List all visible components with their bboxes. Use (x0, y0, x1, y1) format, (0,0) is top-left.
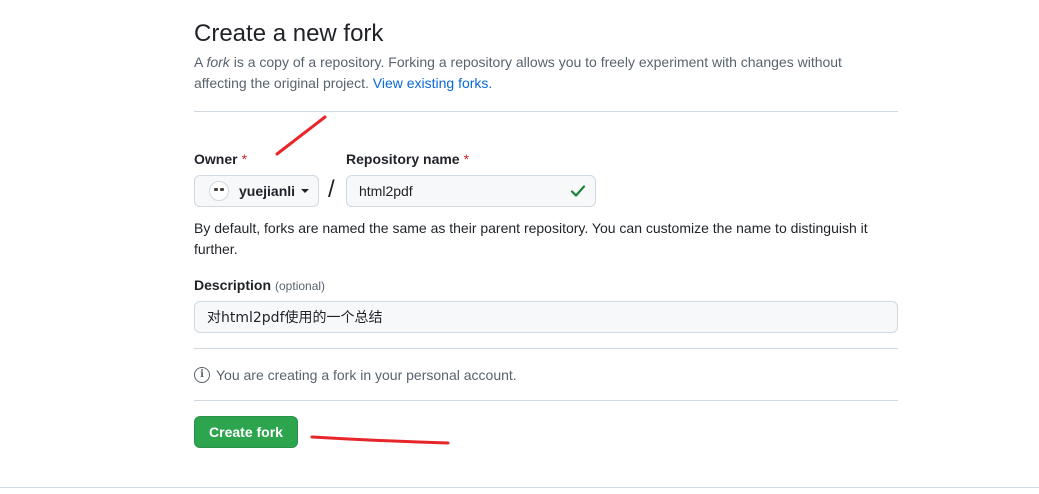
description-label-text: Description (194, 277, 272, 293)
page-title: Create a new fork (194, 20, 384, 47)
owner-label: Owner * (194, 151, 247, 167)
divider (194, 348, 898, 349)
description-input[interactable] (194, 301, 898, 333)
divider (194, 111, 898, 112)
personal-account-notice: i You are creating a fork in your person… (194, 367, 517, 383)
check-icon (570, 185, 586, 197)
intro-description: is a copy of a repository. Forking a rep… (194, 54, 842, 91)
owner-dropdown[interactable]: yuejianli (194, 175, 319, 207)
repo-name-label-text: Repository name (346, 151, 460, 167)
repo-name-help: By default, forks are named the same as … (194, 220, 868, 257)
repo-name-label: Repository name * (346, 151, 469, 167)
avatar-icon (209, 181, 229, 201)
owner-required-mark: * (241, 151, 248, 167)
divider (194, 400, 898, 401)
view-existing-forks-link[interactable]: View existing forks. (373, 75, 493, 91)
intro-prefix: A (194, 54, 207, 70)
caret-down-icon (301, 189, 310, 193)
intro-fork-emphasis: fork (206, 54, 230, 70)
create-fork-button[interactable]: Create fork (194, 416, 298, 448)
info-icon: i (194, 367, 210, 383)
description-label: Description (optional) (194, 277, 325, 293)
repo-name-input[interactable] (346, 175, 596, 207)
intro-text: A fork is a copy of a repository. Forkin… (194, 52, 884, 94)
description-optional: (optional) (275, 279, 326, 293)
annotation-stroke-button (310, 435, 450, 445)
annotation-stroke-owner (275, 115, 327, 156)
owner-name: yuejianli (239, 183, 296, 199)
owner-label-text: Owner (194, 151, 238, 167)
repo-required-mark: * (463, 151, 470, 167)
info-text: You are creating a fork in your personal… (216, 367, 517, 383)
footer-divider (0, 487, 1039, 488)
owner-repo-separator: / (328, 176, 335, 203)
